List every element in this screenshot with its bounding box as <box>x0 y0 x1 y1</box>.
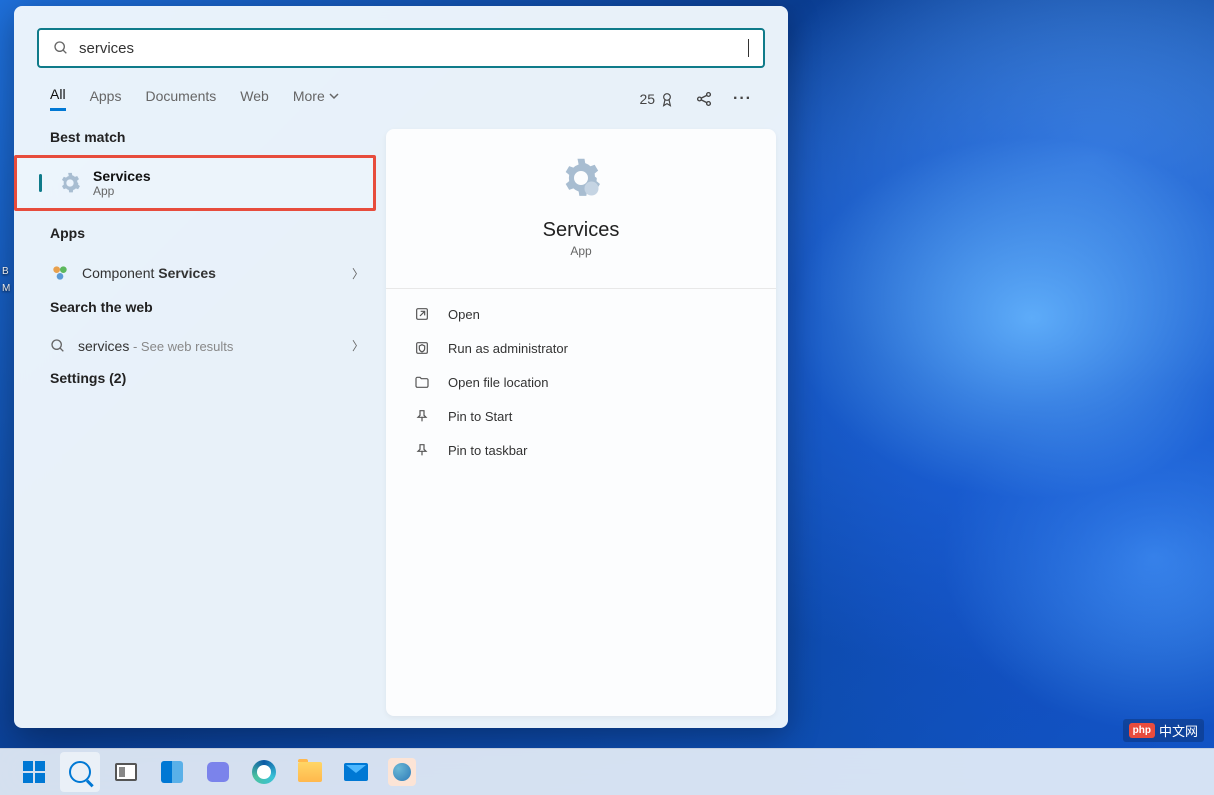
explorer-button[interactable] <box>290 752 330 792</box>
apps-heading: Apps <box>50 225 376 241</box>
best-match-result[interactable]: Services App <box>14 155 376 211</box>
open-icon <box>414 306 430 322</box>
best-match-subtitle: App <box>93 184 151 198</box>
more-options-icon[interactable]: ··· <box>733 90 752 108</box>
action-pin-start[interactable]: Pin to Start <box>414 399 748 433</box>
tab-more-label: More <box>293 88 325 104</box>
shield-icon <box>414 340 430 356</box>
action-open[interactable]: Open <box>414 297 748 331</box>
php-logo: php <box>1129 723 1155 738</box>
share-icon[interactable] <box>695 90 713 108</box>
preview-subtitle: App <box>570 244 591 258</box>
result-component-services[interactable]: Component Services 〉 <box>50 253 376 293</box>
preview-pane: Services App Open Run as administrator O… <box>386 129 776 716</box>
pinned-app-button[interactable] <box>382 752 422 792</box>
result-label: Component Services <box>82 265 216 281</box>
watermark-text: 中文网 <box>1159 721 1198 740</box>
chevron-right-icon: 〉 <box>352 265 376 282</box>
tab-more[interactable]: More <box>293 88 339 110</box>
tab-web[interactable]: Web <box>240 88 269 110</box>
services-gear-icon <box>59 172 81 194</box>
action-label: Run as administrator <box>448 341 568 356</box>
task-view-button[interactable] <box>106 752 146 792</box>
settings-heading: Settings (2) <box>50 370 376 386</box>
action-label: Open file location <box>448 375 548 390</box>
web-heading: Search the web <box>50 299 376 315</box>
chevron-down-icon <box>329 91 339 101</box>
widgets-button[interactable] <box>152 752 192 792</box>
tab-documents[interactable]: Documents <box>145 88 216 110</box>
tab-all[interactable]: All <box>50 86 66 111</box>
preview-title: Services <box>543 219 620 242</box>
mail-button[interactable] <box>336 752 376 792</box>
start-button[interactable] <box>14 752 54 792</box>
preview-actions: Open Run as administrator Open file loca… <box>386 288 776 467</box>
search-box-container <box>14 6 788 76</box>
search-icon <box>53 40 69 56</box>
search-input[interactable] <box>79 40 748 57</box>
action-label: Open <box>448 307 480 322</box>
results-content: Best match Services App Apps Component S… <box>14 115 788 728</box>
search-icon <box>50 338 66 354</box>
desktop-icon-label: B <box>2 266 9 277</box>
edge-button[interactable] <box>244 752 284 792</box>
action-label: Pin to taskbar <box>448 443 528 458</box>
search-box[interactable] <box>37 28 765 68</box>
best-match-heading: Best match <box>50 129 376 145</box>
desktop-icon-label: M <box>2 283 10 294</box>
action-open-location[interactable]: Open file location <box>414 365 748 399</box>
medal-icon <box>659 91 675 107</box>
result-web-search[interactable]: services - See web results 〉 <box>50 327 376 364</box>
services-gear-icon-large <box>560 157 602 199</box>
chevron-right-icon: 〉 <box>352 337 376 354</box>
result-label: services - See web results <box>78 338 233 354</box>
chat-button[interactable] <box>198 752 238 792</box>
taskbar <box>0 748 1214 795</box>
rewards-badge[interactable]: 25 <box>639 91 675 107</box>
header-right: 25 ··· <box>639 90 752 108</box>
pin-icon <box>414 442 430 458</box>
action-pin-taskbar[interactable]: Pin to taskbar <box>414 433 748 467</box>
rewards-count: 25 <box>639 91 655 107</box>
pin-icon <box>414 408 430 424</box>
taskbar-search-button[interactable] <box>60 752 100 792</box>
best-match-text: Services App <box>93 168 151 198</box>
text-cursor <box>748 39 749 57</box>
action-label: Pin to Start <box>448 409 512 424</box>
start-search-panel: All Apps Documents Web More 25 ··· Best … <box>14 6 788 728</box>
results-list: Best match Services App Apps Component S… <box>14 129 376 716</box>
action-run-admin[interactable]: Run as administrator <box>414 331 748 365</box>
filter-tabs: All Apps Documents Web More 25 ··· <box>14 76 788 115</box>
tab-apps[interactable]: Apps <box>90 88 122 110</box>
watermark: php 中文网 <box>1123 719 1204 742</box>
best-match-title: Services <box>93 168 151 184</box>
component-services-icon <box>50 263 70 283</box>
folder-icon <box>414 374 430 390</box>
